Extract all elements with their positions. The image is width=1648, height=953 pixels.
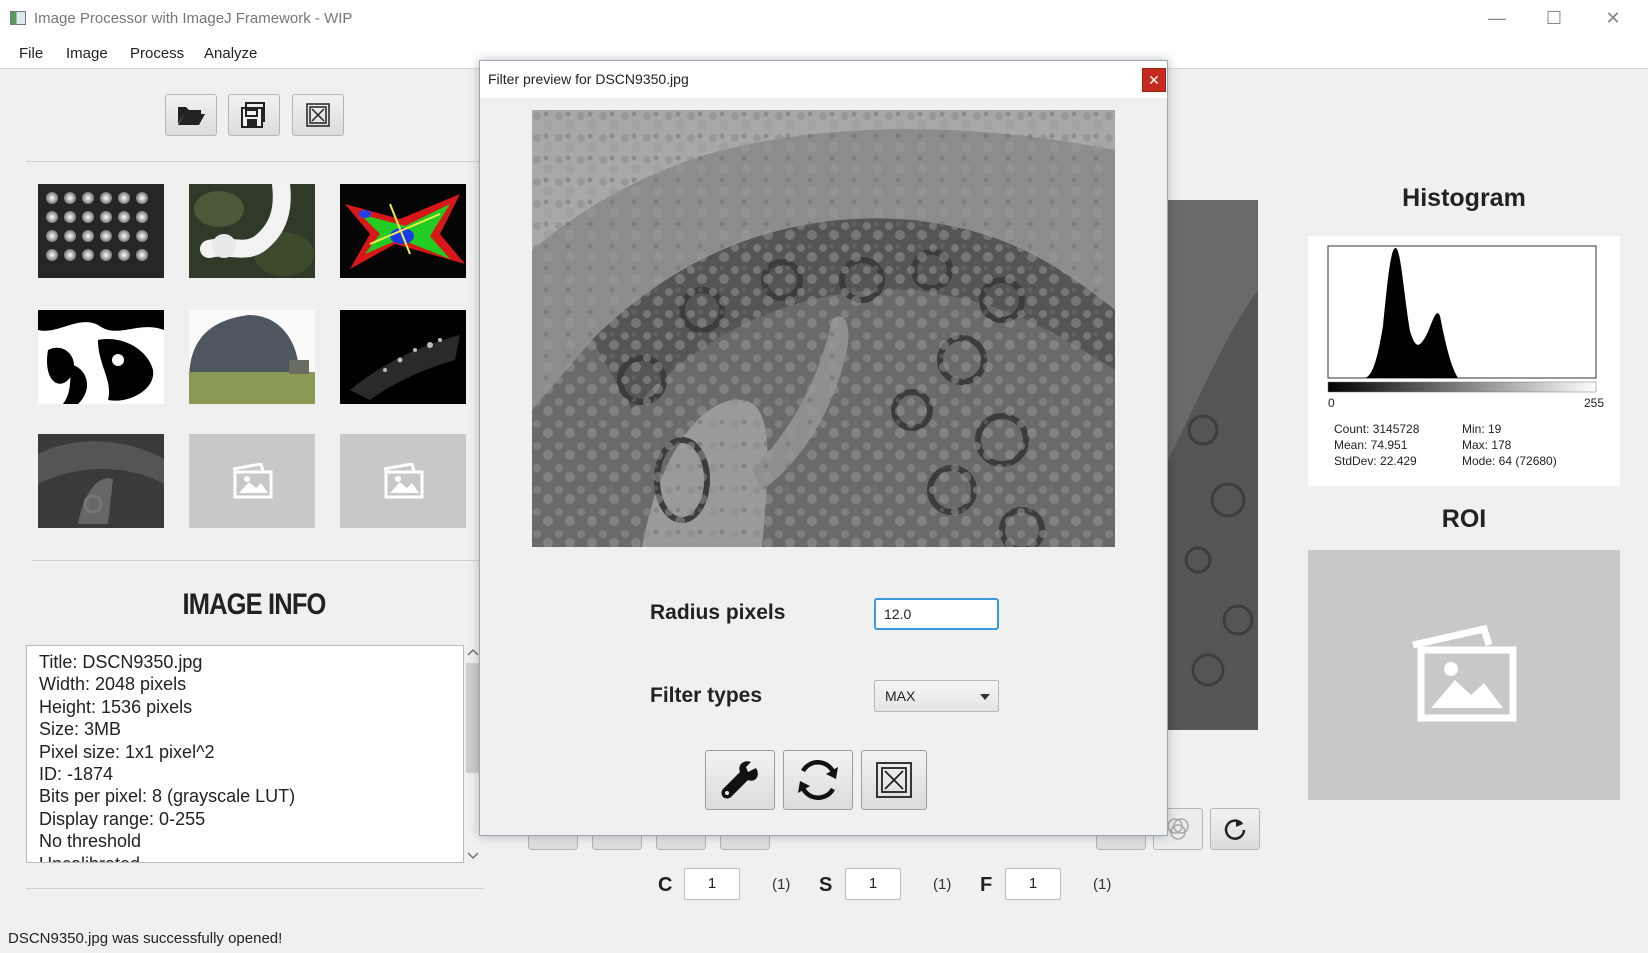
histogram-count: Count: 3145728 bbox=[1334, 422, 1420, 436]
channels-icon bbox=[1167, 818, 1189, 840]
thumbnail-empty-slot[interactable] bbox=[189, 434, 315, 528]
divider bbox=[32, 560, 482, 561]
image-placeholder-icon bbox=[232, 463, 273, 499]
info-line: Uncalibrated bbox=[39, 853, 463, 862]
thumbnail-tree-landscape[interactable] bbox=[189, 310, 315, 404]
thumbnail-white-flowers[interactable] bbox=[189, 184, 315, 278]
info-line: ID: -1874 bbox=[39, 764, 114, 785]
open-button[interactable] bbox=[165, 94, 217, 136]
wrench-icon bbox=[721, 761, 758, 799]
save-icon bbox=[241, 102, 265, 128]
histogram-panel: 0 255 Count: 3145728 Mean: 74.951 StdDev… bbox=[1308, 236, 1620, 486]
image-placeholder-icon bbox=[383, 463, 424, 499]
divider bbox=[26, 888, 484, 889]
histogram-max: Max: 178 bbox=[1462, 438, 1512, 452]
slice-label: S bbox=[819, 874, 833, 896]
filter-type-value: MAX bbox=[885, 688, 916, 704]
dialog-titlebar: Filter preview for DSCN9350.jpg ✕ bbox=[480, 61, 1167, 98]
minimize-button[interactable]: — bbox=[1474, 4, 1520, 32]
radius-input[interactable]: 12.0 bbox=[874, 598, 999, 630]
close-image-icon bbox=[306, 103, 330, 127]
channel-count: (1) bbox=[772, 876, 791, 893]
frame-label: F bbox=[980, 874, 993, 896]
channel-input[interactable]: 1 bbox=[684, 868, 740, 900]
save-button[interactable] bbox=[228, 94, 280, 136]
histogram-plot bbox=[1327, 245, 1597, 393]
info-line: Width: 2048 pixels bbox=[39, 674, 187, 695]
thumbnail-bw-portrait[interactable] bbox=[38, 310, 164, 404]
slice-count: (1) bbox=[933, 876, 952, 893]
close-image-button[interactable] bbox=[292, 94, 344, 136]
histogram-stddev: StdDev: 22.429 bbox=[1334, 454, 1417, 468]
histogram-min: Min: 19 bbox=[1462, 422, 1502, 436]
info-line: Height: 1536 pixels bbox=[39, 696, 193, 717]
filter-type-select[interactable]: MAX bbox=[874, 680, 999, 712]
thumbnail-dots-grid[interactable] bbox=[38, 184, 164, 278]
menu-process[interactable]: Process bbox=[130, 45, 184, 62]
info-line: No threshold bbox=[39, 831, 142, 852]
cancel-filter-button[interactable] bbox=[861, 750, 927, 810]
dialog-title: Filter preview for DSCN9350.jpg bbox=[488, 71, 689, 87]
info-line: Title: DSCN9350.jpg bbox=[39, 652, 203, 672]
filter-preview-image bbox=[532, 110, 1115, 547]
apply-filter-button[interactable] bbox=[705, 750, 775, 810]
close-button[interactable]: ✕ bbox=[1590, 4, 1636, 32]
roi-title: ROI bbox=[1441, 505, 1487, 533]
histogram-mode: Mode: 64 (72680) bbox=[1462, 454, 1557, 468]
dialog-close-button[interactable]: ✕ bbox=[1142, 68, 1166, 92]
status-message: DSCN9350.jpg was successfully opened! bbox=[8, 930, 283, 947]
info-line: Bits per pixel: 8 (grayscale LUT) bbox=[39, 786, 296, 807]
maximize-button[interactable]: ☐ bbox=[1531, 4, 1577, 32]
thumbnail-tissue-section[interactable] bbox=[38, 434, 164, 528]
histogram-axis-min: 0 bbox=[1328, 396, 1335, 410]
app-icon bbox=[10, 11, 26, 25]
image-info-title: IMAGE INFO bbox=[182, 588, 326, 621]
menu-file[interactable]: File bbox=[19, 45, 43, 62]
histogram-axis-max: 255 bbox=[1584, 396, 1605, 410]
image-info-box[interactable]: Title: DSCN9350.jpg Width: 2048 pixels H… bbox=[26, 645, 464, 863]
menu-analyze[interactable]: Analyze bbox=[204, 45, 257, 62]
main-image-view[interactable] bbox=[1168, 200, 1258, 730]
histogram-mean: Mean: 74.951 bbox=[1334, 438, 1408, 452]
info-line: Pixel size: 1x1 pixel^2 bbox=[39, 741, 215, 762]
menu-image[interactable]: Image bbox=[66, 45, 108, 62]
close-box-icon bbox=[876, 762, 912, 798]
filter-preview-dialog: Filter preview for DSCN9350.jpg ✕ Radius… bbox=[479, 60, 1168, 836]
scroll-up-icon bbox=[467, 649, 479, 656]
scroll-down-icon bbox=[467, 852, 479, 859]
reset-icon bbox=[1224, 819, 1246, 840]
roi-preview bbox=[1308, 550, 1620, 800]
window-title: Image Processor with ImageJ Framework - … bbox=[34, 10, 353, 27]
refresh-icon bbox=[798, 760, 838, 800]
info-line: Size: 3MB bbox=[39, 719, 122, 740]
frame-count: (1) bbox=[1093, 876, 1112, 893]
slice-input[interactable]: 1 bbox=[845, 868, 901, 900]
info-line: Display range: 0-255 bbox=[39, 808, 206, 829]
refresh-preview-button[interactable] bbox=[783, 750, 853, 810]
thumbnail-fluorescent-cells[interactable] bbox=[340, 184, 466, 278]
filter-type-label: Filter types bbox=[650, 684, 763, 707]
histogram-title: Histogram bbox=[1402, 184, 1526, 212]
divider bbox=[26, 161, 482, 162]
channel-label: C bbox=[658, 874, 673, 896]
frame-input[interactable]: 1 bbox=[1005, 868, 1061, 900]
thumbnail-empty-slot[interactable] bbox=[340, 434, 466, 528]
chevron-down-icon bbox=[980, 694, 990, 700]
folder-open-icon bbox=[178, 107, 205, 125]
reset-view-button[interactable] bbox=[1210, 808, 1260, 850]
window-titlebar: Image Processor with ImageJ Framework - … bbox=[0, 0, 1648, 37]
image-placeholder-icon bbox=[1412, 625, 1517, 722]
thumbnail-dark-particles[interactable] bbox=[340, 310, 466, 404]
radius-label: Radius pixels bbox=[650, 601, 786, 624]
